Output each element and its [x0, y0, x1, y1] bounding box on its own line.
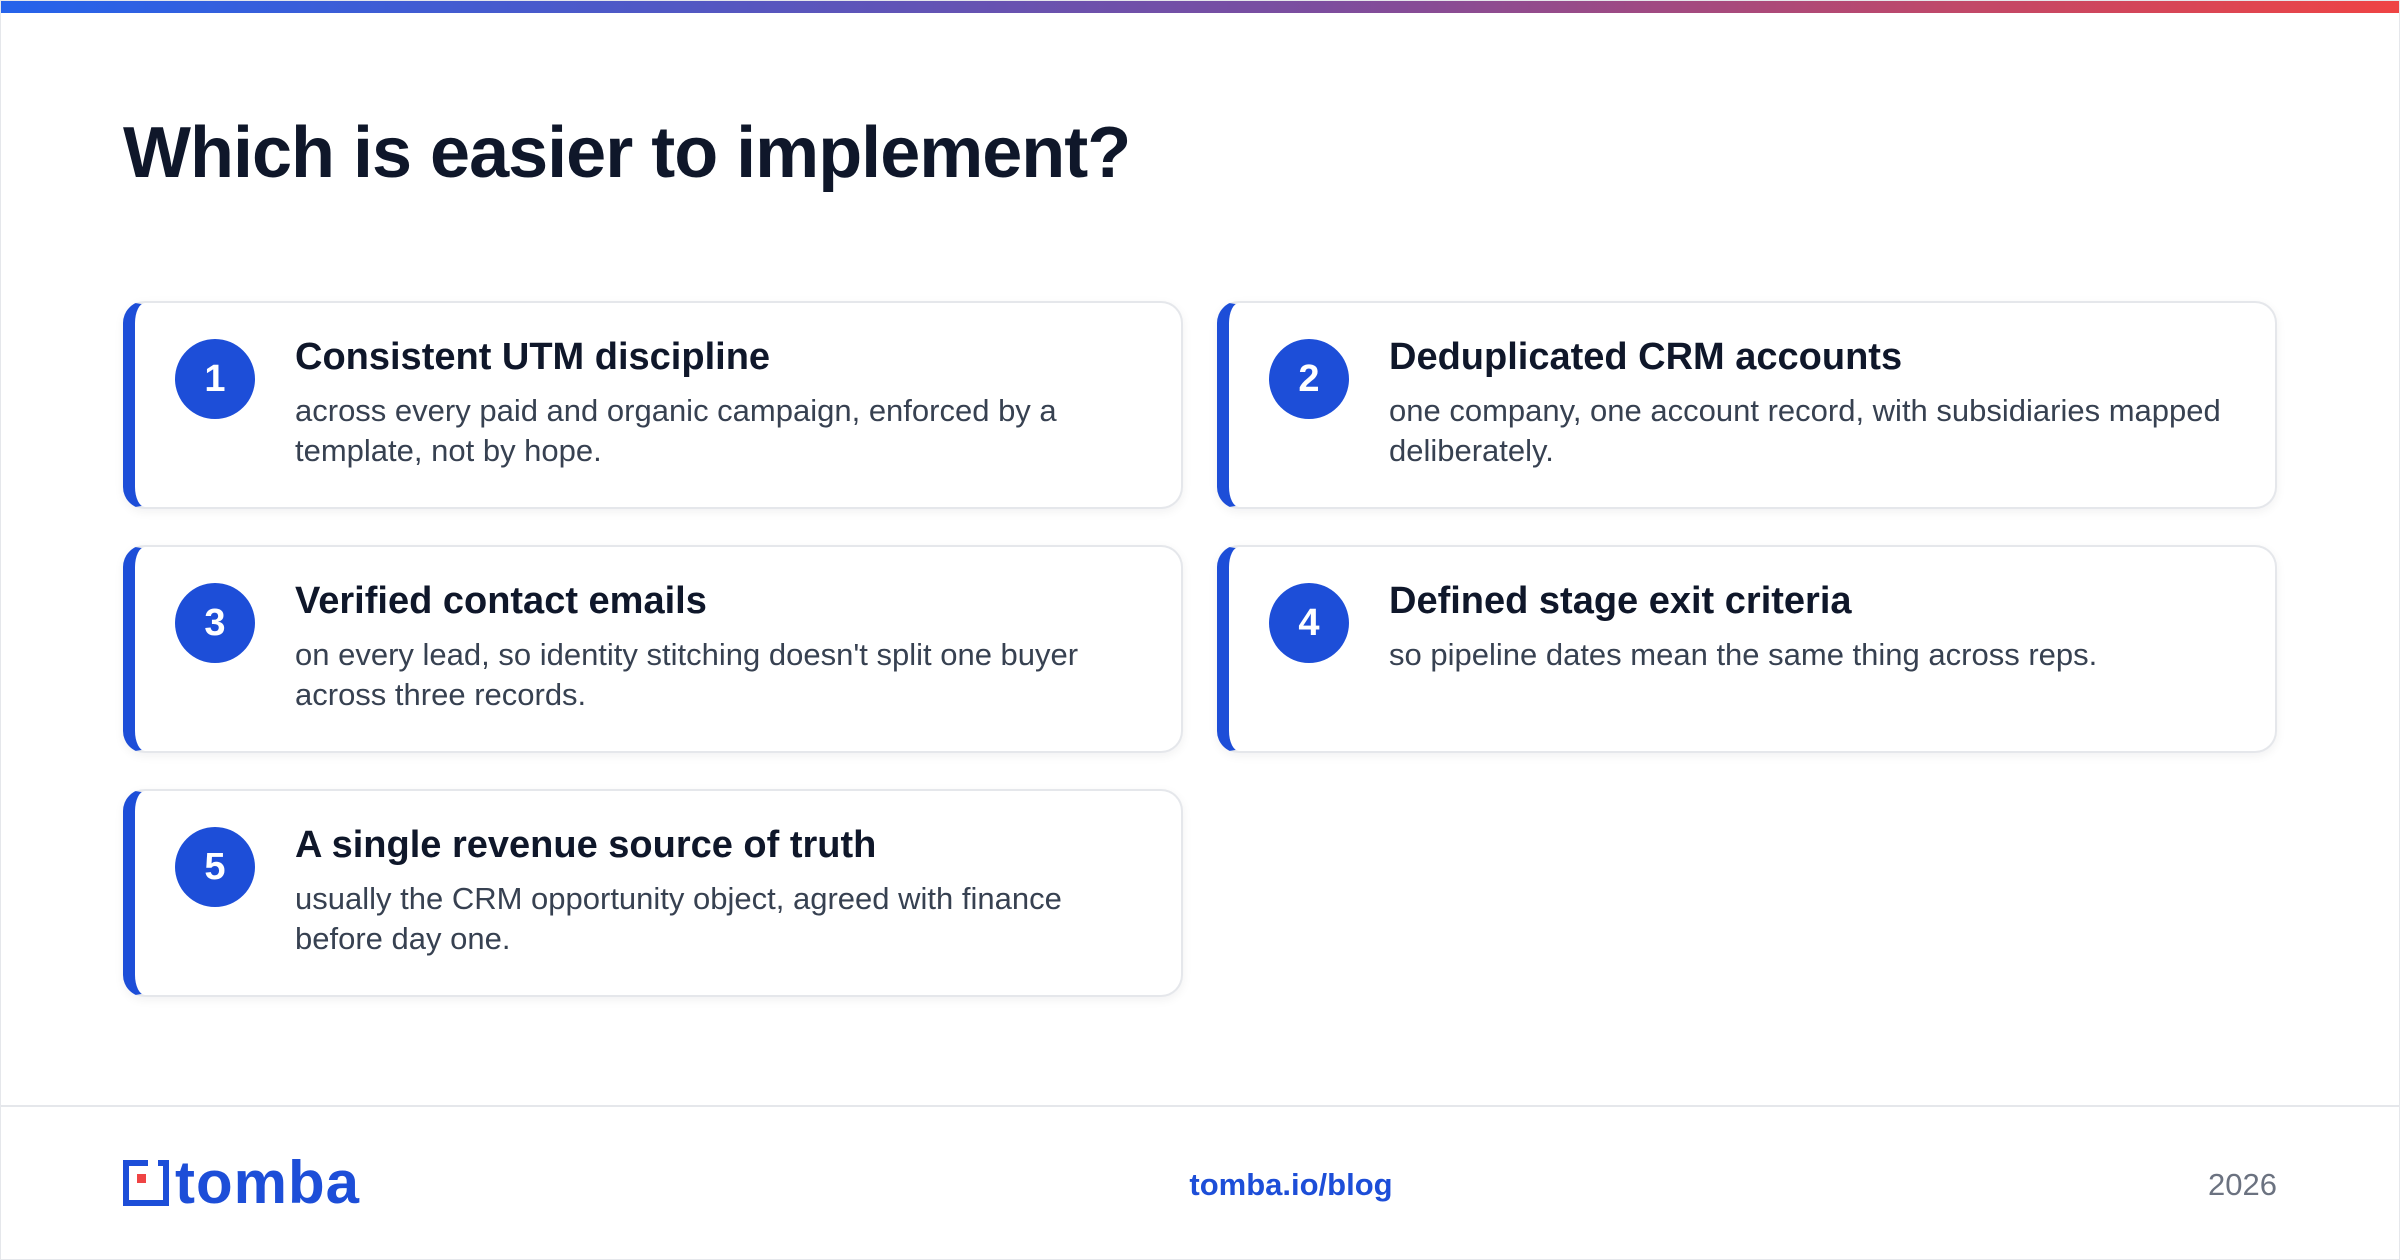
item-title: A single revenue source of truth — [295, 824, 877, 866]
footer-year: 2026 — [2208, 1167, 2277, 1202]
item-number-badge: 4 — [1269, 583, 1349, 663]
item-description: one company, one account record, with su… — [1389, 393, 2221, 468]
tomba-logo: tomba — [123, 1149, 360, 1216]
list-item-3: 3 Verified contact emails on every lead,… — [123, 545, 1183, 753]
tomba-logo-icon — [123, 1160, 169, 1206]
slide: Which is easier to implement? 1 Consiste… — [0, 0, 2400, 1260]
list-item-2: 2 Deduplicated CRM accounts one company,… — [1217, 301, 2277, 509]
item-number-badge: 2 — [1269, 339, 1349, 419]
item-title: Defined stage exit criteria — [1389, 580, 1852, 622]
list-item-4: 4 Defined stage exit criteria so pipelin… — [1217, 545, 2277, 753]
item-description: so pipeline dates mean the same thing ac… — [1389, 637, 2098, 672]
item-title: Verified contact emails — [295, 580, 707, 622]
item-description: on every lead, so identity stitching doe… — [295, 637, 1079, 712]
item-number-badge: 1 — [175, 339, 255, 419]
footer-divider — [1, 1105, 2399, 1107]
top-gradient-bar — [1, 1, 2399, 13]
item-description: usually the CRM opportunity object, agre… — [295, 881, 1062, 956]
item-description: across every paid and organic campaign, … — [295, 393, 1057, 468]
logo-wordmark: tomba — [175, 1149, 360, 1216]
item-title: Deduplicated CRM accounts — [1389, 336, 1903, 378]
item-title: Consistent UTM discipline — [295, 336, 771, 378]
item-number-badge: 5 — [175, 827, 255, 907]
blog-link[interactable]: tomba.io/blog — [1101, 1165, 1481, 1205]
item-number-badge: 3 — [175, 583, 255, 663]
list-item-1: 1 Consistent UTM discipline across every… — [123, 301, 1183, 509]
page-title: Which is easier to implement? — [123, 113, 1131, 193]
list-item-5: 5 A single revenue source of truth usual… — [123, 789, 1183, 997]
